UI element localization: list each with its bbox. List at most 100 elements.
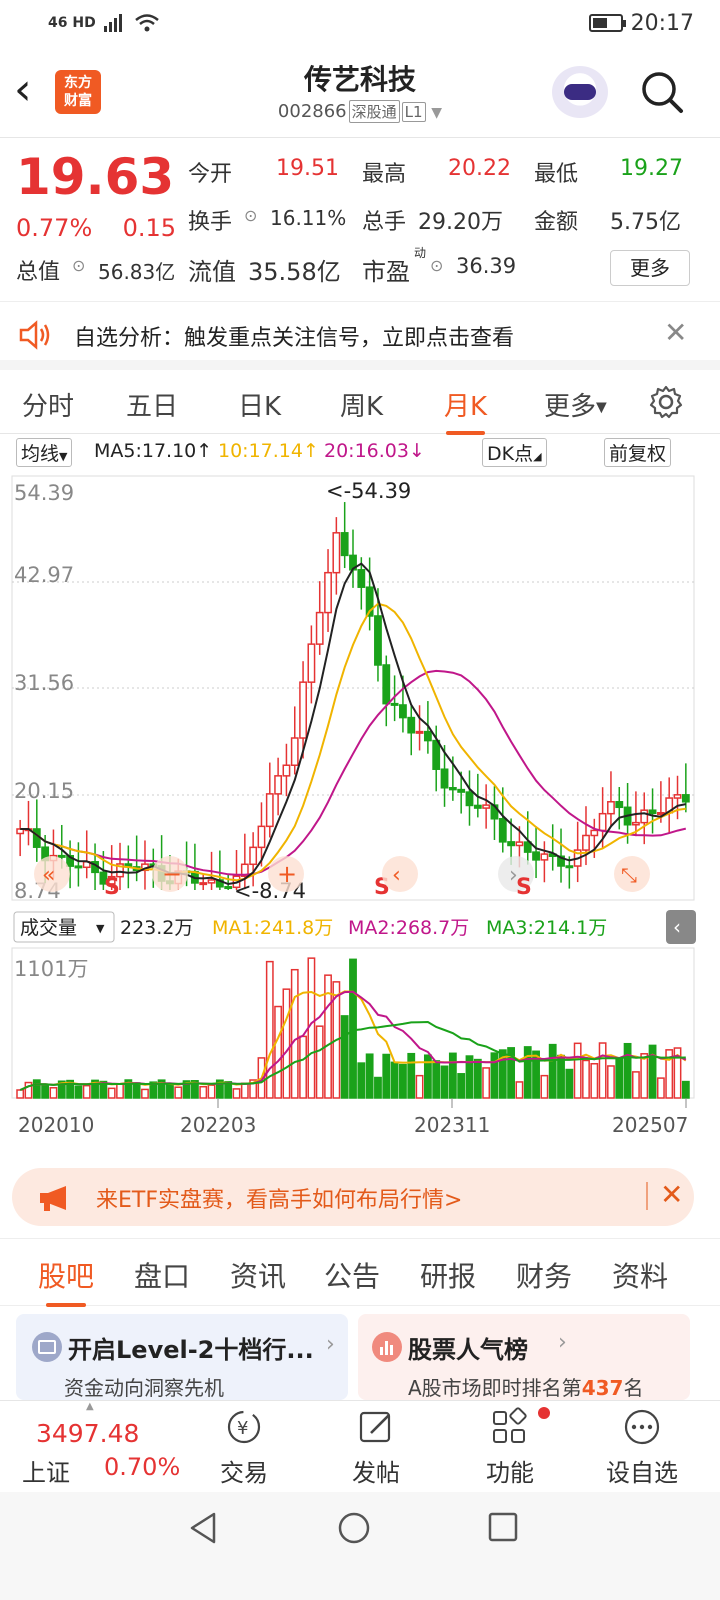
high-label: 最高	[362, 162, 407, 187]
chevron-left-icon: ‹	[673, 915, 681, 939]
search-icon[interactable]	[640, 70, 684, 114]
kline-chart[interactable]: 54.39 42.97 31.56 20.15 8.74 <-54.39 <-8…	[0, 470, 720, 1160]
chevron-left-icon: ‹	[392, 863, 401, 888]
level2-card[interactable]: 开启Level-2十档行... › 资金动向洞察先机	[16, 1314, 348, 1400]
tab-forum[interactable]: 股吧	[38, 1255, 94, 1307]
popularity-card[interactable]: 股票人气榜 › A股市场即时排名第437名	[358, 1314, 690, 1400]
candle-body	[498, 818, 507, 843]
vol-ma3: MA3:214.1万	[486, 917, 607, 939]
tab-weekly-k[interactable]: 周K	[340, 386, 383, 423]
volume-bar	[232, 1088, 241, 1099]
candle-body	[681, 794, 690, 803]
collapse-panel-button[interactable]	[666, 910, 696, 944]
volume-bar	[207, 1084, 216, 1099]
volume-bar	[357, 1062, 366, 1099]
etf-contest-banner[interactable]: 来ETF实盘赛，看高手如何布局行情> ✕	[12, 1168, 694, 1226]
candle-body	[640, 809, 649, 824]
info-icon[interactable]: ⊙	[72, 256, 85, 275]
battery-icon	[588, 14, 626, 32]
tab-research[interactable]: 研报	[420, 1255, 476, 1295]
candle-body	[515, 841, 524, 847]
volume-bar	[340, 1015, 349, 1099]
candle-body	[32, 828, 41, 848]
notice-text: 自选分析：触发重点关注信号，立即点击查看	[74, 326, 515, 351]
candle-body	[324, 571, 332, 614]
analysis-notice[interactable]: 自选分析：触发重点关注信号，立即点击查看 ✕	[0, 302, 720, 370]
signal-text: 46 HD	[48, 15, 96, 31]
nav-trade[interactable]: ¥ 交易	[212, 1407, 276, 1488]
nav-functions-label: 功能	[486, 1459, 534, 1487]
assistant-robot-icon[interactable]	[552, 66, 608, 118]
candle-body	[340, 532, 349, 557]
volume-bar	[515, 1081, 524, 1099]
nav-post-label: 发帖	[352, 1459, 400, 1487]
back-triangle-icon[interactable]	[186, 1510, 220, 1546]
info-icon[interactable]: ⊙	[244, 206, 257, 225]
tab-orderbook[interactable]: 盘口	[134, 1255, 190, 1295]
volume-bar	[632, 1071, 640, 1099]
level2-title: 开启Level-2十档行...	[68, 1336, 314, 1364]
adjust-selector[interactable]: 前复权	[604, 438, 672, 467]
nav-functions[interactable]: 功能	[478, 1407, 550, 1488]
megaphone-icon	[40, 1186, 66, 1211]
yen-circle-icon: ¥	[227, 1410, 261, 1444]
nav-add-watchlist[interactable]: 设自选	[598, 1407, 686, 1488]
candle-body	[282, 764, 291, 777]
close-icon[interactable]: ✕	[664, 316, 687, 349]
candle-body	[448, 787, 457, 791]
candle-body	[590, 829, 599, 837]
candle-body	[382, 664, 391, 705]
candle-body	[598, 812, 607, 832]
more-quote-button[interactable]: 更多	[610, 250, 690, 286]
tab-five-day[interactable]: 五日	[126, 386, 178, 423]
recents-square-icon[interactable]	[486, 1510, 520, 1544]
candle-body	[307, 643, 316, 683]
volume-bar	[440, 1065, 449, 1099]
close-icon[interactable]: ✕	[660, 1178, 683, 1211]
volume-bar	[349, 958, 357, 1099]
volume-bar	[473, 1058, 482, 1099]
tab-announcements[interactable]: 公告	[324, 1255, 380, 1295]
expand-icon: ⤡	[621, 863, 637, 887]
pe-label: 市盈	[362, 258, 410, 286]
candle-body	[540, 853, 549, 861]
volume-bar	[82, 1084, 91, 1099]
volume-bar	[107, 1087, 116, 1099]
candle-body	[57, 854, 66, 858]
home-circle-icon[interactable]	[336, 1510, 372, 1546]
tab-financials[interactable]: 财务	[516, 1255, 572, 1295]
index-value[interactable]: 3497.48	[36, 1419, 139, 1448]
grid-icon	[493, 1407, 527, 1443]
ma-selector[interactable]: 均线▼	[16, 438, 73, 467]
info-icon[interactable]: ⊙	[430, 256, 443, 275]
svg-text:¥: ¥	[237, 1418, 248, 1439]
volume-bar	[174, 1086, 183, 1099]
chevron-down-icon[interactable]: ▼	[431, 105, 442, 121]
tab-profile[interactable]: 资料	[612, 1255, 668, 1295]
more-dots-icon	[624, 1409, 660, 1445]
gear-icon[interactable]	[648, 384, 684, 420]
level-tag: L1	[401, 102, 426, 122]
notification-dot	[538, 1407, 550, 1419]
info-tabs: 股吧 盘口 资讯 公告 研报 财务 资料	[0, 1238, 720, 1307]
rank-value: 437	[581, 1376, 624, 1400]
tab-news[interactable]: 资讯	[230, 1255, 286, 1295]
candle-body	[432, 739, 441, 770]
nav-post[interactable]: 发帖	[344, 1407, 408, 1488]
tab-more[interactable]: 更多▼	[544, 386, 607, 423]
caret-up-icon: ▲	[86, 1401, 94, 1412]
tab-daily-k[interactable]: 日K	[238, 386, 281, 423]
level2-icon	[32, 1332, 62, 1362]
index-change: 0.70%	[104, 1453, 181, 1481]
tab-intraday[interactable]: 分时	[22, 386, 74, 423]
bottom-navigation: ▲ 3497.48 上证 0.70% ¥ 交易 发帖 功能 设自选	[0, 1400, 720, 1492]
dk-point-selector[interactable]: DK点◢	[482, 438, 547, 467]
volume-bar	[656, 1077, 665, 1099]
mcap-label: 总值	[16, 260, 61, 285]
tab-monthly-k[interactable]: 月K	[444, 386, 487, 435]
candle-body	[199, 882, 208, 886]
system-nav-bar	[0, 1492, 720, 1600]
volume-bar	[240, 1082, 249, 1099]
plus-icon: +	[277, 860, 297, 888]
volume-bar	[573, 1042, 582, 1099]
